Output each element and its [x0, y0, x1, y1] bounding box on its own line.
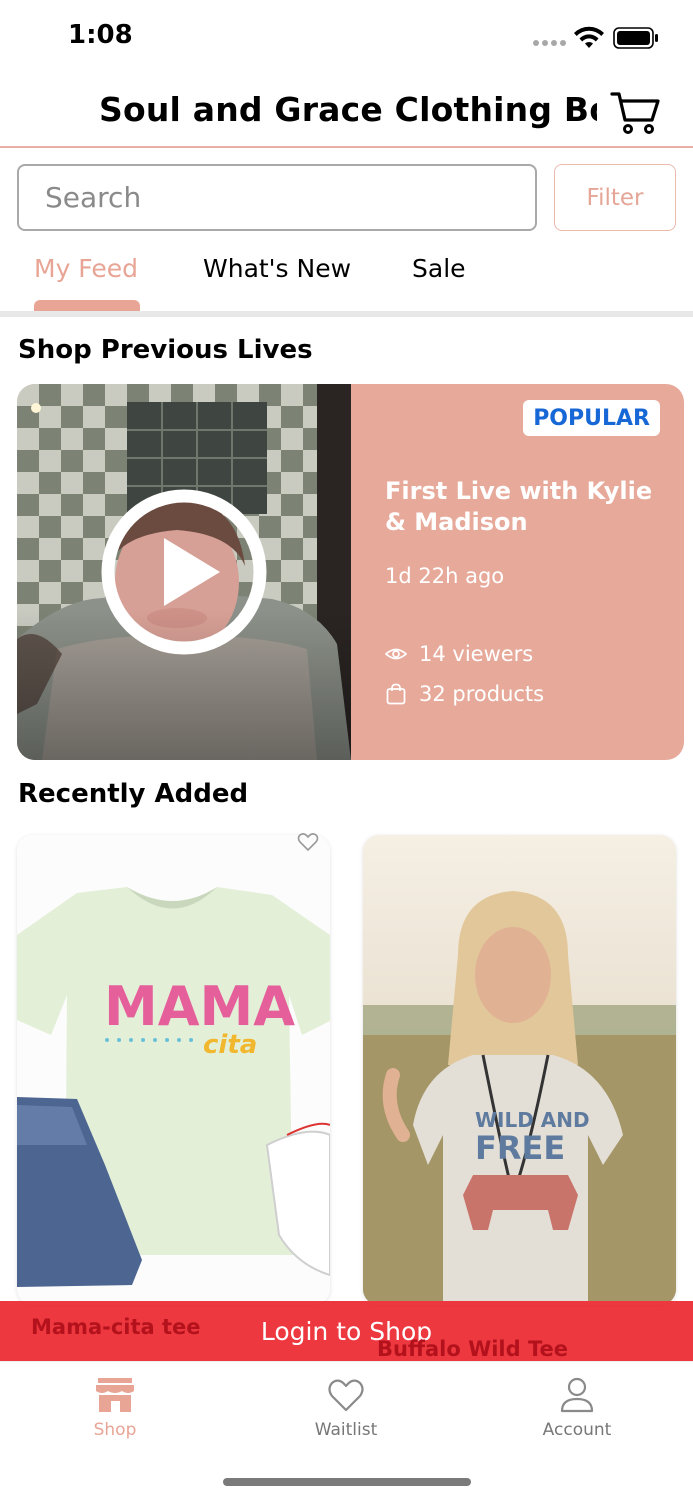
section-title-recently-added: Recently Added [18, 779, 249, 809]
tab-sale[interactable]: Sale [412, 254, 466, 283]
products-count: 32 products [385, 682, 544, 706]
product-card-buffalo-wild[interactable]: WILD AND FREE [363, 835, 676, 1305]
storefront-icon [96, 1378, 134, 1412]
product-name-buffalo-wild[interactable]: Buffalo Wild Tee [377, 1337, 568, 1361]
viewers-label: 14 viewers [419, 642, 534, 666]
shirt-print-cita: cita [203, 1030, 257, 1060]
section-divider [0, 311, 693, 317]
cellular-signal-icon [533, 40, 566, 46]
eye-icon [385, 648, 407, 660]
nav-label-shop: Shop [93, 1420, 137, 1440]
app-header: Soul and Grace Clothing Boutiq [0, 80, 693, 148]
battery-icon [613, 27, 658, 49]
previous-live-card[interactable]: POPULAR First Live with Kylie & Madison … [17, 384, 684, 760]
status-time: 1:08 [68, 20, 133, 50]
products-label: 32 products [419, 682, 545, 706]
nav-waitlist[interactable]: Waitlist [286, 1376, 406, 1440]
filter-button[interactable]: Filter [554, 164, 676, 231]
live-video-thumbnail[interactable] [17, 384, 351, 760]
tab-whats-new[interactable]: What's New [203, 254, 351, 283]
live-title: First Live with Kylie & Madison [385, 477, 653, 536]
tab-my-feed[interactable]: My Feed [34, 254, 138, 283]
section-title-previous-lives: Shop Previous Lives [18, 335, 313, 365]
search-input[interactable] [17, 164, 537, 231]
product-name-mama-cita[interactable]: Mama-cita tee [31, 1315, 201, 1339]
person-icon [560, 1377, 594, 1413]
nav-shop[interactable]: Shop [55, 1376, 175, 1440]
nav-label-account: Account [542, 1420, 612, 1440]
shopping-bag-icon [386, 683, 406, 705]
play-icon[interactable] [100, 488, 268, 656]
live-details: POPULAR First Live with Kylie & Madison … [351, 384, 684, 760]
product-image-buffalo-wild[interactable]: WILD AND FREE [363, 835, 676, 1301]
popular-badge: POPULAR [523, 400, 660, 436]
shirt-print-free: FREE [475, 1129, 565, 1167]
shopping-cart-icon[interactable] [610, 88, 662, 136]
heart-icon [328, 1379, 364, 1412]
shirt-print-mama: MAMA [104, 975, 295, 1038]
viewers-count: 14 viewers [385, 642, 533, 666]
nav-account[interactable]: Account [517, 1376, 637, 1440]
wifi-icon [574, 26, 604, 48]
feed-tabs: My Feed What's New Sale [0, 240, 693, 312]
bottom-navigation: Shop Waitlist Account [0, 1361, 693, 1500]
home-indicator[interactable] [223, 1478, 471, 1486]
product-card-mama-cita[interactable]: MAMA cita [17, 835, 330, 1305]
product-image-mama-cita[interactable]: MAMA cita [17, 835, 330, 1301]
nav-label-waitlist: Waitlist [314, 1420, 378, 1440]
favorite-heart-icon[interactable] [297, 832, 319, 852]
store-title: Soul and Grace Clothing Boutiq [99, 90, 597, 129]
status-bar: 1:08 [0, 0, 693, 80]
live-time-ago: 1d 22h ago [385, 564, 505, 588]
